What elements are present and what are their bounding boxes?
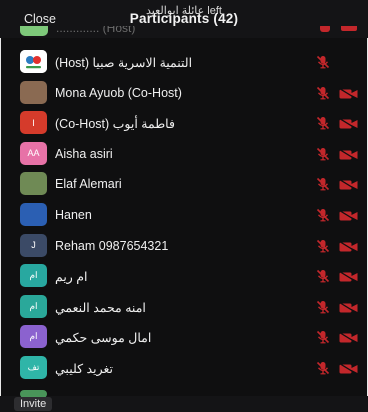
avatar: I bbox=[20, 111, 47, 135]
participant-row[interactable]: AA Aisha asiri bbox=[0, 139, 368, 170]
muted-mic-icon[interactable] bbox=[320, 26, 330, 32]
participant-name: Mona Ayuob (Co-Host) bbox=[55, 85, 182, 100]
avatar: ام bbox=[20, 325, 47, 349]
participant-name: امنه محمد النعمي bbox=[55, 300, 146, 315]
participant-name: Aisha asiri bbox=[55, 146, 113, 161]
participant-list: (Host) التنمية الاسرية صبيا Mona Ayuob (C… bbox=[0, 47, 368, 384]
video-off-icon[interactable] bbox=[339, 270, 358, 284]
avatar: ام bbox=[20, 264, 47, 288]
participant-name: ............. (Host) bbox=[56, 26, 136, 35]
invite-button[interactable]: Invite bbox=[14, 397, 53, 411]
avatar-initials: تف bbox=[27, 361, 40, 372]
video-off-icon[interactable] bbox=[339, 178, 358, 192]
participant-row[interactable]: Mona Ayuob (Co-Host) bbox=[0, 78, 368, 109]
avatar-initials: I bbox=[32, 117, 35, 128]
avatar bbox=[20, 80, 47, 104]
video-off-icon[interactable] bbox=[339, 331, 358, 345]
participant-name: Reham 0987654321 bbox=[55, 238, 169, 253]
video-off-icon[interactable] bbox=[339, 209, 358, 223]
avatar: تف bbox=[20, 355, 47, 379]
muted-mic-icon[interactable] bbox=[316, 269, 330, 283]
participants-footer: Invite bbox=[0, 390, 368, 412]
video-off-icon[interactable] bbox=[341, 26, 357, 31]
avatar: AA bbox=[20, 141, 47, 165]
muted-mic-icon[interactable] bbox=[316, 239, 330, 253]
avatar-initials: J bbox=[31, 240, 36, 251]
page-title: Participants (42) bbox=[129, 11, 239, 26]
avatar bbox=[20, 50, 47, 73]
avatar-initials: ام bbox=[29, 331, 38, 342]
participant-name: ام ريم bbox=[55, 270, 88, 285]
muted-mic-icon[interactable] bbox=[316, 116, 330, 130]
participant-row-partial[interactable]: ............. (Host) bbox=[0, 26, 368, 40]
muted-mic-icon[interactable] bbox=[316, 361, 330, 375]
participant-row[interactable]: Hanen bbox=[0, 200, 368, 231]
participant-name: امال موسى حكمي bbox=[55, 331, 152, 346]
video-off-icon[interactable] bbox=[339, 362, 358, 375]
muted-mic-icon[interactable] bbox=[316, 300, 330, 314]
participant-row[interactable]: J Reham 0987654321 bbox=[0, 231, 368, 262]
muted-mic-icon[interactable] bbox=[316, 86, 330, 100]
participant-name: تغريد كليبي bbox=[55, 361, 113, 376]
avatar: J bbox=[20, 233, 47, 257]
avatar-initials: ام bbox=[29, 270, 38, 281]
participant-row[interactable]: (Host) التنمية الاسرية صبيا bbox=[0, 47, 368, 78]
muted-mic-icon[interactable] bbox=[316, 55, 330, 69]
participant-row[interactable]: ام امال موسى حكمي bbox=[0, 322, 368, 353]
participant-name: Hanen bbox=[55, 207, 92, 222]
participant-row[interactable]: I (Co-Host) فاطمة أيوب bbox=[0, 108, 368, 139]
avatar bbox=[20, 202, 47, 226]
muted-mic-icon[interactable] bbox=[316, 177, 330, 191]
participant-name: Elaf Alemari bbox=[55, 177, 122, 192]
video-off-icon[interactable] bbox=[339, 117, 358, 131]
participant-row[interactable]: ام امنه محمد النعمي bbox=[0, 292, 368, 323]
participant-row[interactable]: Elaf Alemari bbox=[0, 169, 368, 200]
video-off-icon[interactable] bbox=[339, 148, 358, 161]
avatar-initials: AA bbox=[27, 148, 40, 159]
avatar-initials: ام bbox=[29, 300, 38, 311]
muted-mic-icon[interactable] bbox=[316, 330, 330, 344]
participant-row[interactable]: تف تغريد كليبي bbox=[0, 353, 368, 384]
avatar: ام bbox=[20, 294, 47, 318]
video-off-icon[interactable] bbox=[339, 87, 358, 100]
participant-name: (Host) التنمية الاسرية صبيا bbox=[55, 56, 193, 70]
avatar bbox=[20, 26, 48, 36]
avatar bbox=[20, 172, 47, 196]
video-off-icon[interactable] bbox=[339, 301, 358, 314]
muted-mic-icon[interactable] bbox=[316, 147, 330, 161]
participant-row[interactable]: ام ام ريم bbox=[0, 261, 368, 292]
video-off-icon[interactable] bbox=[339, 240, 358, 253]
muted-mic-icon[interactable] bbox=[316, 208, 330, 222]
participant-name: (Co-Host) فاطمة أيوب bbox=[55, 117, 175, 132]
